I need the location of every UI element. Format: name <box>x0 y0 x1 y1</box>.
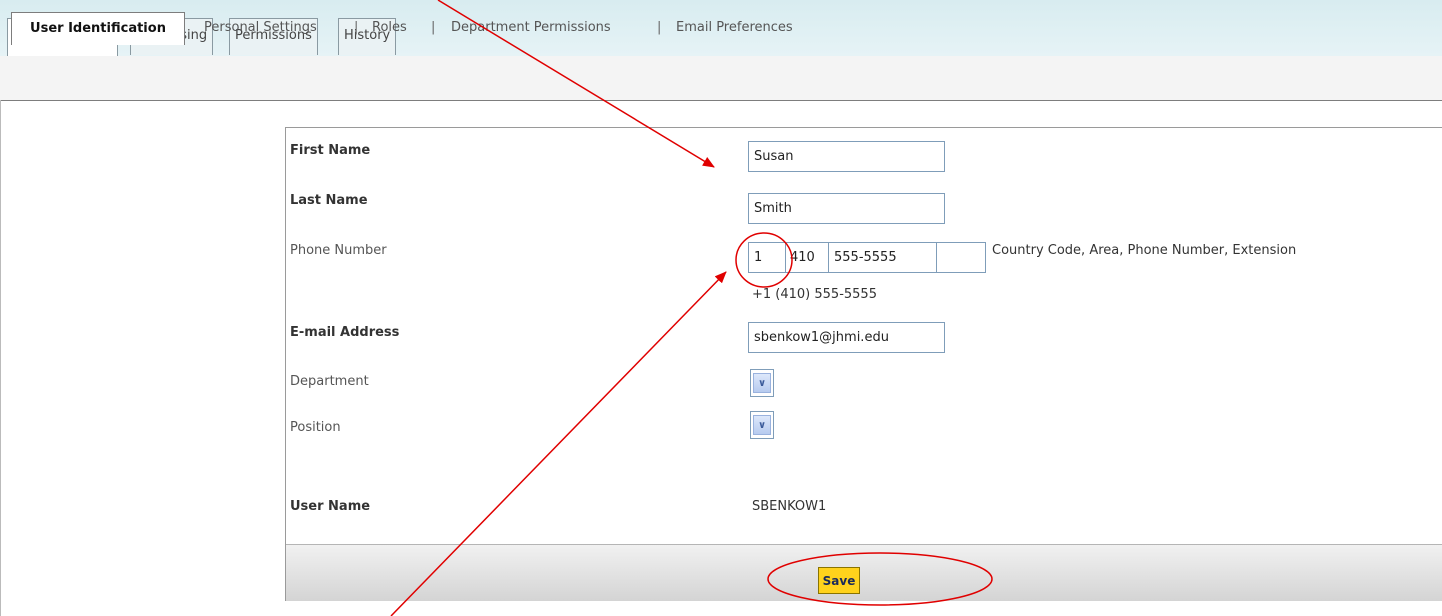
user-name-value: SBENKOW1 <box>752 499 827 514</box>
phone-extension-input[interactable] <box>936 242 986 273</box>
chevron-down-icon[interactable]: ∨ <box>753 415 771 435</box>
last-name-label: Last Name <box>290 193 368 208</box>
phone-formatted-display: +1 (410) 555-5555 <box>752 287 877 302</box>
save-button[interactable]: Save <box>818 567 860 594</box>
phone-area-input[interactable] <box>785 242 829 273</box>
subtab-separator: | <box>657 20 662 35</box>
phone-country-code-input[interactable] <box>748 242 786 273</box>
subtab-department-permissions[interactable]: Department Permissions <box>451 20 611 35</box>
first-name-label: First Name <box>290 143 371 158</box>
subtab-separator: | <box>354 20 359 35</box>
subtab-personal-settings[interactable]: Personal Settings <box>204 20 317 35</box>
subtab-user-identification[interactable]: User Identification <box>11 12 185 45</box>
email-input[interactable] <box>748 322 945 353</box>
first-name-input[interactable] <box>748 141 945 172</box>
phone-label: Phone Number <box>290 243 387 258</box>
subtab-separator: | <box>431 20 436 35</box>
sub-tab-bar <box>0 56 1442 101</box>
user-name-label: User Name <box>290 499 371 514</box>
left-border <box>0 100 1 616</box>
phone-number-input[interactable] <box>828 242 937 273</box>
phone-format-hint: Country Code, Area, Phone Number, Extens… <box>992 243 1297 258</box>
subtab-email-preferences[interactable]: Email Preferences <box>676 20 793 35</box>
chevron-down-icon[interactable]: ∨ <box>753 373 771 393</box>
last-name-input[interactable] <box>748 193 945 224</box>
panel-footer <box>286 544 1442 601</box>
email-label: E-mail Address <box>290 325 400 340</box>
position-label: Position <box>290 420 341 435</box>
department-select[interactable]: ∨ <box>750 369 774 397</box>
department-label: Department <box>290 374 369 389</box>
subtab-roles[interactable]: Roles <box>372 20 407 35</box>
position-select[interactable]: ∨ <box>750 411 774 439</box>
